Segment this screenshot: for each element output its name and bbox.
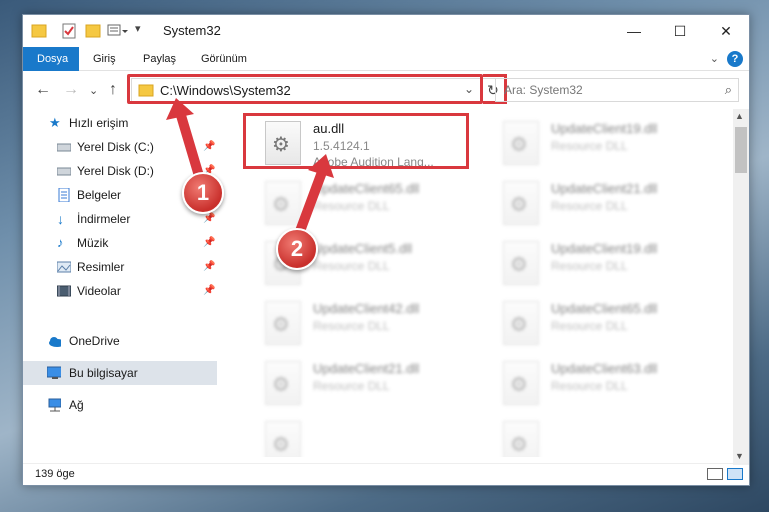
- step-2-badge: 2: [276, 228, 318, 270]
- annotation-arrows: [166, 98, 334, 247]
- arrow-1-head: [166, 98, 194, 120]
- step-1-badge: 1: [182, 172, 224, 214]
